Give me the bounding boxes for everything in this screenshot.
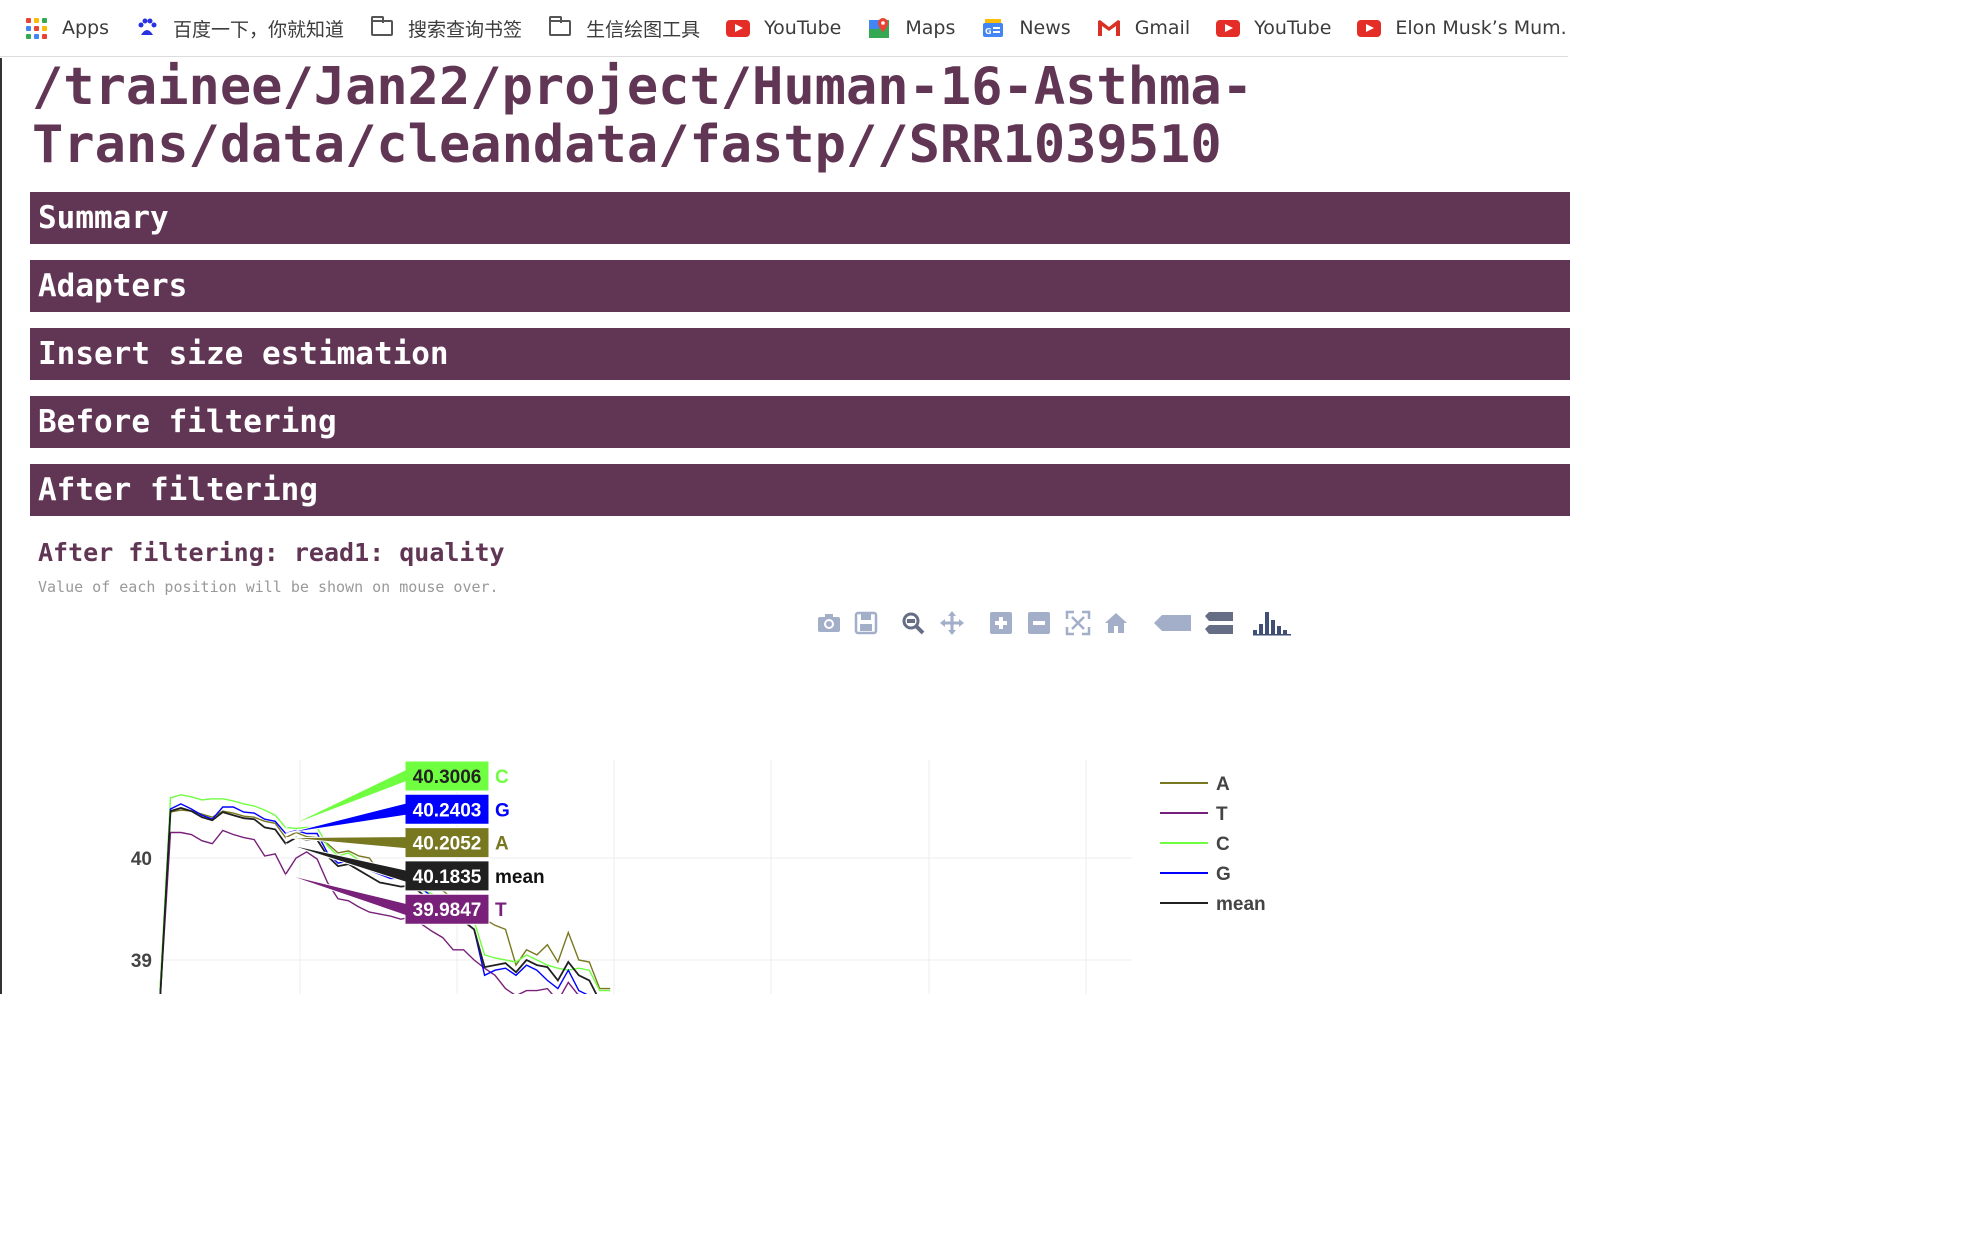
section-header-summary[interactable]: Summary [30,192,1570,244]
save-icon[interactable] [853,610,879,636]
folder-icon [370,16,394,39]
page-title-line-2: Trans/data/cleandata/fastp//SRR1039510 [32,115,1222,175]
legend-label-G[interactable]: G [1216,864,1231,885]
section-header-after-filtering[interactable]: After filtering [30,464,1570,516]
hover-label-name-A: A [495,834,509,855]
bookmark-label: YouTube [1254,17,1332,39]
legend-label-mean[interactable]: mean [1216,894,1266,915]
bookmark-label: Apps [62,17,110,39]
folder-icon [548,16,572,39]
bookmark-news[interactable]: G News [981,17,1071,39]
section-header-insert-size[interactable]: Insert size estimation [30,328,1570,380]
bookmark-gmail[interactable]: Gmail [1097,17,1190,39]
legend-label-T[interactable]: T [1216,804,1228,825]
chart-grid [160,760,1132,994]
bookmark-label: Elon Musk’s Mum... [1395,17,1568,39]
hover-label-value-C: 40.3006 [413,767,482,788]
y-tick-label: 40 [131,849,152,870]
youtube-icon [726,17,751,39]
apps-grid-icon [24,17,48,39]
hover-label-name-T: T [495,900,507,921]
youtube-icon [1216,17,1241,39]
bookmark-baidu[interactable]: 百度一下，你就知道 [135,15,344,42]
hover-closest-icon[interactable] [1153,610,1193,636]
hover-label-value-G: 40.2403 [413,800,482,821]
hover-label-value-A: 40.2052 [413,834,482,855]
y-tick-label: 39 [131,951,152,972]
maps-pin-icon [867,17,891,39]
bookmark-label: YouTube [764,17,842,39]
section-header-before-filtering[interactable]: Before filtering [30,396,1570,448]
pan-icon[interactable] [939,610,965,636]
bookmark-label: 生信绘图工具 [586,18,701,41]
gmail-icon [1097,17,1121,39]
bookmark-maps[interactable]: Maps [867,17,955,39]
hover-label-value-mean: 40.1835 [413,867,482,888]
bookmark-label: Maps [905,17,956,39]
hover-label-name-mean: mean [495,867,545,888]
bookmark-youtube-2[interactable]: YouTube [1216,17,1331,39]
bookmark-folder-tools[interactable]: 生信绘图工具 [548,15,700,42]
page-title-line-1: /trainee/Jan22/project/Human-16-Asthma- [32,57,1253,117]
plot-subtitle: After filtering: read1: quality [38,538,505,567]
bookmark-label: 百度一下，你就知道 [173,18,345,41]
hover-compare-icon[interactable] [1204,610,1234,636]
hover-label-name-C: C [495,767,509,788]
bookmark-label: 搜索查询书签 [408,18,523,41]
bookmarks-bar: Apps 百度一下，你就知道 搜索查询书签 生信绘图工具 YouTube Map… [0,0,1568,57]
youtube-icon [1357,17,1382,39]
bookmark-label: News [1019,17,1071,39]
report-content: /trainee/Jan22/project/Human-16-Asthma- … [0,58,1570,994]
chart-legend[interactable]: ATCGmean [1160,774,1266,915]
legend-label-C[interactable]: C [1216,834,1230,855]
series-line-C [159,794,611,992]
series-line-T [159,829,579,994]
plot-hint: Value of each position will be shown on … [38,578,499,596]
baidu-paw-icon [135,17,159,39]
hover-label-value-T: 39.9847 [413,900,482,921]
camera-icon[interactable] [816,610,842,636]
google-news-icon: G [981,17,1005,39]
section-header-adapters[interactable]: Adapters [30,260,1570,312]
plotly-logo-icon[interactable] [1252,610,1292,636]
zoom-in-icon[interactable] [988,610,1014,636]
bookmark-label: Gmail [1134,17,1191,39]
reset-axes-icon[interactable] [1103,610,1129,636]
svg-text:G: G [985,27,992,36]
quality-line-chart[interactable]: 40 39 40.3006 C 40.2403 G 40.2052 A 40.1835 mean… [2,748,1568,994]
chart-series [159,794,611,994]
bookmark-folder-search[interactable]: 搜索查询书签 [370,15,522,42]
autoscale-icon[interactable] [1065,610,1091,636]
legend-label-A[interactable]: A [1216,774,1230,795]
zoom-icon[interactable] [900,610,926,636]
bookmark-elon-musk[interactable]: Elon Musk’s Mum... [1357,17,1568,39]
bookmark-youtube[interactable]: YouTube [726,17,841,39]
zoom-out-icon[interactable] [1026,610,1052,636]
page-title: /trainee/Jan22/project/Human-16-Asthma- … [32,58,1253,174]
y-axis-ticks: 40 39 [131,849,152,972]
hover-label-name-G: G [495,800,510,821]
bookmark-apps[interactable]: Apps [24,17,109,39]
